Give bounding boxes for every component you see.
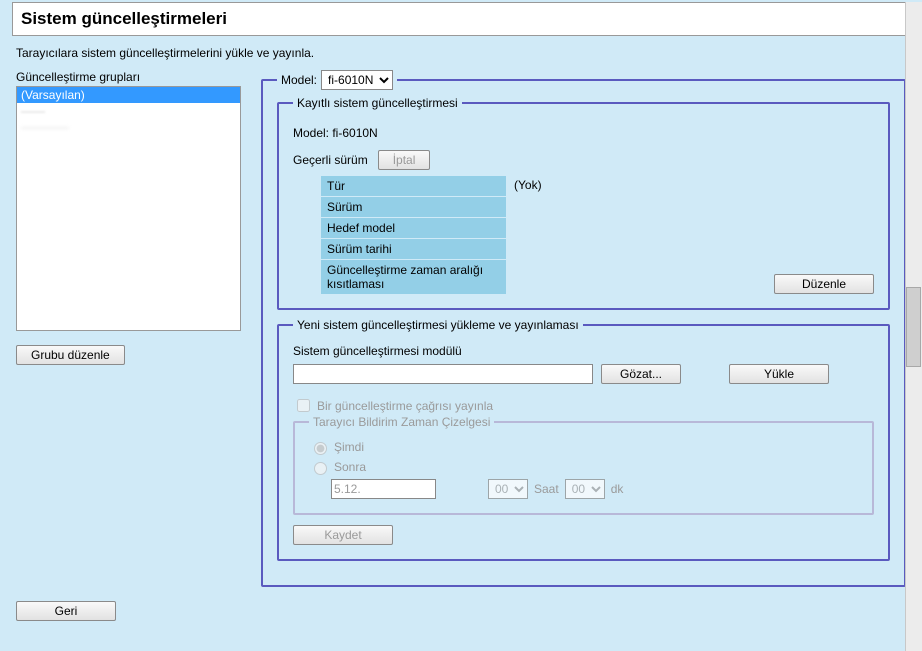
upload-fieldset: Yeni sistem güncelleştirmesi yükleme ve …	[277, 318, 890, 561]
schedule-now-label: Şimdi	[334, 440, 364, 454]
title-bar: Sistem güncelleştirmeleri	[12, 2, 910, 36]
prop-release-date: Sürüm tarihi	[321, 239, 506, 259]
groups-listbox[interactable]: (Varsayılan) —— ————	[16, 86, 241, 331]
load-button[interactable]: Yükle	[729, 364, 829, 384]
publish-call-label: Bir güncelleştirme çağrısı yayınla	[317, 399, 493, 413]
publish-call-checkbox	[297, 399, 310, 412]
schedule-date-input	[331, 479, 436, 499]
hour-label: Saat	[534, 482, 559, 496]
model-fieldset: Model: fi-6010N Kayıtlı sistem güncelleş…	[261, 70, 906, 587]
schedule-legend: Tarayıcı Bildirim Zaman Çizelgesi	[309, 415, 494, 429]
group-item[interactable]: ——	[17, 103, 240, 119]
back-button[interactable]: Geri	[16, 601, 116, 621]
page-subtitle: Tarayıcılara sistem güncelleştirmelerini…	[16, 46, 906, 60]
registered-model-label: Model: fi-6010N	[293, 126, 874, 140]
prop-version: Sürüm	[321, 197, 506, 217]
schedule-now-radio	[314, 442, 327, 455]
left-column: Güncelleştirme grupları (Varsayılan) —— …	[16, 70, 241, 587]
registered-legend: Kayıtlı sistem güncelleştirmesi	[293, 96, 462, 110]
cancel-button: İptal	[378, 150, 431, 170]
schedule-later-radio	[314, 462, 327, 475]
groups-label: Güncelleştirme grupları	[16, 70, 241, 84]
edit-button[interactable]: Düzenle	[774, 274, 874, 294]
none-label: (Yok)	[514, 176, 542, 192]
module-label: Sistem güncelleştirmesi modülü	[293, 344, 874, 358]
edit-group-button[interactable]: Grubu düzenle	[16, 345, 125, 365]
module-path-input[interactable]	[293, 364, 593, 384]
properties-table: Tür Sürüm Hedef model Sürüm tarihi Günce…	[321, 176, 506, 294]
browse-button[interactable]: Gözat...	[601, 364, 681, 384]
schedule-hour-select: 00	[488, 479, 528, 499]
schedule-fieldset: Tarayıcı Bildirim Zaman Çizelgesi Şimdi …	[293, 415, 874, 515]
model-label: Model:	[281, 73, 317, 87]
schedule-min-select: 00	[565, 479, 605, 499]
prop-target-model: Hedef model	[321, 218, 506, 238]
min-label: dk	[611, 482, 624, 496]
vertical-scrollbar[interactable]	[905, 2, 922, 651]
registered-update-fieldset: Kayıtlı sistem güncelleştirmesi Model: f…	[277, 96, 890, 310]
page-title: Sistem güncelleştirmeleri	[21, 9, 901, 29]
save-button: Kaydet	[293, 525, 393, 545]
scrollbar-thumb[interactable]	[906, 287, 921, 367]
schedule-later-label: Sonra	[334, 460, 366, 474]
current-version-label: Geçerli sürüm	[293, 153, 368, 167]
model-select[interactable]: fi-6010N	[321, 70, 393, 90]
upload-legend: Yeni sistem güncelleştirmesi yükleme ve …	[293, 318, 583, 332]
group-item[interactable]: (Varsayılan)	[17, 87, 240, 103]
prop-type: Tür	[321, 176, 506, 196]
group-item[interactable]: ————	[17, 119, 240, 135]
prop-time-window: Güncelleştirme zaman aralığı kısıtlaması	[321, 260, 506, 294]
